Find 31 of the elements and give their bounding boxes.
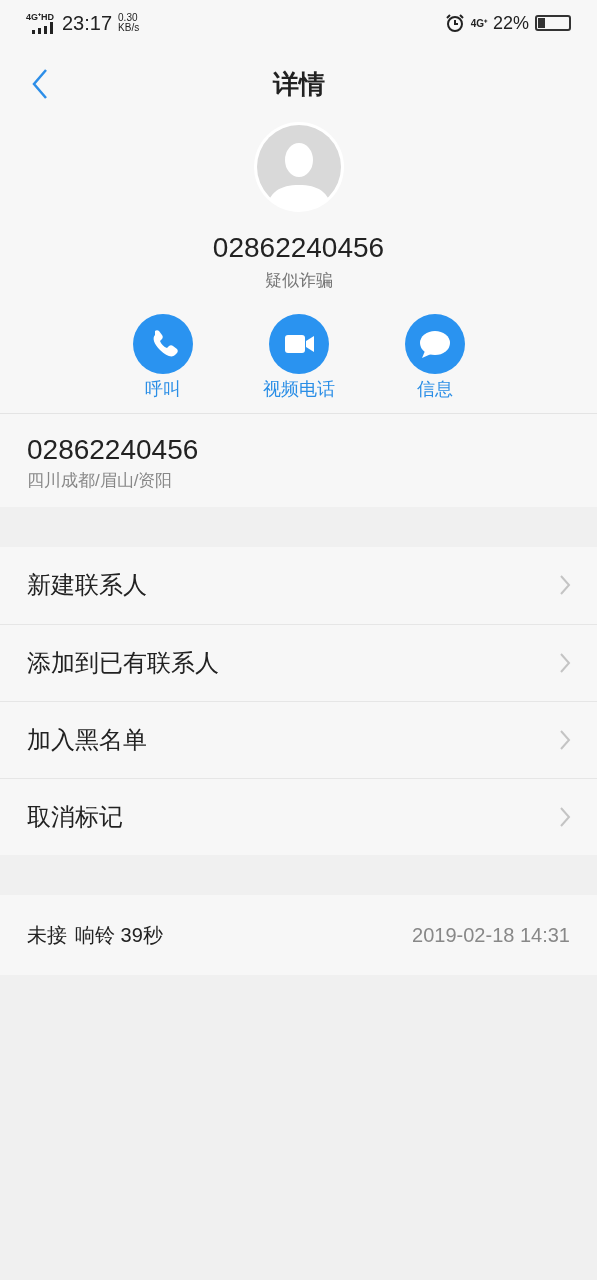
menu-item[interactable]: 取消标记	[0, 777, 597, 855]
menu-item-label: 加入黑名单	[27, 724, 148, 755]
menu-item-label: 添加到已有联系人	[27, 647, 220, 678]
mobile-data-label: 4G⁺	[470, 16, 487, 31]
battery-icon	[535, 15, 571, 31]
menu-item[interactable]: 新建联系人	[0, 546, 597, 624]
chevron-right-icon	[559, 651, 571, 674]
chevron-right-icon	[559, 574, 571, 596]
speed-unit: KB/s	[118, 23, 140, 33]
phone-icon	[132, 313, 193, 374]
battery-percent: 22%	[492, 11, 529, 35]
menu-item[interactable]: 添加到已有联系人	[0, 623, 597, 701]
call-type: 未接	[27, 922, 67, 948]
chat-bubble-icon	[404, 313, 465, 374]
page-title: 详情	[272, 67, 325, 101]
menu-item-label: 新建联系人	[27, 570, 148, 600]
phone-number: 02862240456	[27, 432, 200, 467]
chevron-right-icon	[559, 805, 571, 828]
alarm-icon	[444, 13, 465, 33]
video-camera-icon	[268, 313, 329, 374]
network-type: 4G⁺HD	[26, 12, 54, 22]
menu-item-label: 取消标记	[27, 801, 124, 832]
number-location: 四川成都/眉山/资阳	[27, 469, 174, 492]
network-speed: 0.30	[118, 13, 139, 23]
number-tag: 疑似诈骗	[264, 268, 333, 294]
phone-number: 02862240456	[212, 231, 385, 265]
ring-duration: 响铃 39秒	[75, 922, 163, 948]
chevron-right-icon	[559, 728, 571, 751]
call-time: 2019-02-18 14:31	[412, 922, 570, 948]
clock-time: 23:17	[62, 11, 113, 36]
menu-item[interactable]: 加入黑名单	[0, 700, 597, 778]
